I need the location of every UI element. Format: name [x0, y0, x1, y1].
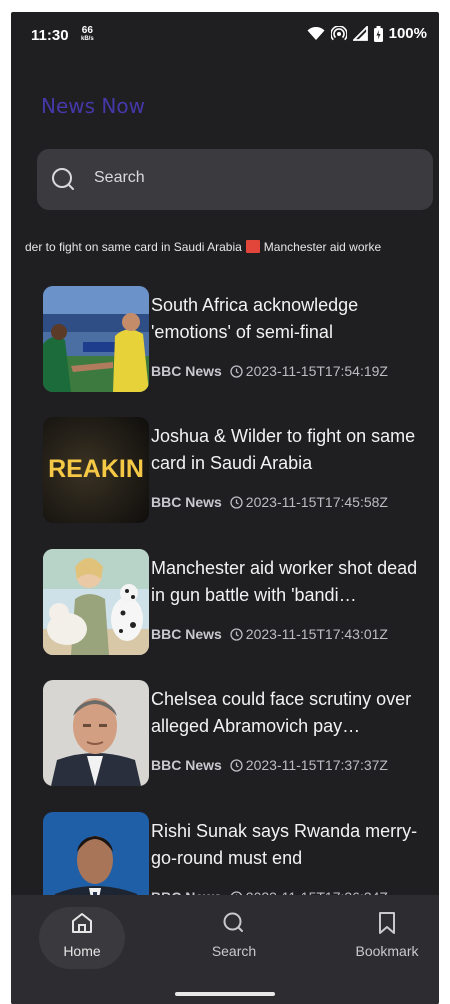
home-icon — [72, 913, 92, 933]
news-timestamp: 2023-11-15T17:54:19Z — [245, 363, 388, 379]
wifi-icon — [307, 26, 325, 40]
clock-icon — [230, 627, 243, 641]
network-speed: 66 kB/s — [81, 26, 94, 43]
news-thumbnail — [43, 549, 149, 655]
nav-bookmark[interactable]: Bookmark — [316, 895, 439, 985]
news-timestamp: 2023-11-15T17:45:58Z — [245, 494, 388, 510]
hotspot-icon — [330, 25, 347, 40]
news-meta: BBC News 2023-11-15T17:43:01Z — [151, 626, 388, 642]
battery-percent: 100% — [388, 25, 427, 42]
bookmark-icon — [379, 912, 395, 934]
news-meta: BBC News 2023-11-15T17:54:19Z — [151, 363, 388, 379]
news-headline: Rishi Sunak says Rwanda merry-go-round m… — [151, 821, 418, 868]
ticker-text: der to fight on same card in Saudi Arabi… — [25, 240, 242, 254]
news-source: BBC News — [151, 363, 222, 379]
phone-screen: 11:30 66 kB/s 100% News Now Search der t… — [11, 12, 439, 1004]
clock-icon — [230, 495, 243, 509]
news-source: BBC News — [151, 494, 222, 510]
news-item[interactable]: Chelsea could face scrutiny over alleged… — [43, 678, 433, 786]
news-headline: South Africa acknowledge 'emotions' of s… — [151, 295, 359, 342]
thumbnail-caption: REAKIN — [48, 455, 144, 483]
app-title: News Now — [41, 94, 145, 118]
nav-search[interactable]: Search — [163, 895, 305, 985]
news-item[interactable]: REAKIN Joshua & Wilder to fight on same … — [43, 415, 433, 523]
network-speed-value: 66 — [81, 25, 93, 36]
news-source: BBC News — [151, 626, 222, 642]
news-meta: BBC News 2023-11-15T17:37:37Z — [151, 757, 388, 773]
clock-icon — [230, 364, 243, 378]
news-timestamp: 2023-11-15T17:43:01Z — [245, 626, 388, 642]
news-item[interactable]: South Africa acknowledge 'emotions' of s… — [43, 284, 433, 392]
news-thumbnail: REAKIN — [43, 417, 149, 523]
nav-search-label: Search — [211, 943, 257, 959]
network-speed-unit: kB/s — [81, 36, 94, 42]
news-meta: BBC News 2023-11-15T17:45:58Z — [151, 494, 388, 510]
search-bar[interactable]: Search — [37, 149, 433, 210]
nav-home-label: Home — [63, 943, 101, 959]
news-ticker[interactable]: der to fight on same card in Saudi Arabi… — [11, 238, 439, 258]
news-headline: Joshua & Wilder to fight on same card in… — [151, 426, 416, 473]
news-item[interactable]: Manchester aid worker shot dead in gun b… — [43, 547, 433, 655]
status-icons: 100% — [307, 25, 427, 42]
news-thumbnail — [43, 286, 149, 392]
news-source: BBC News — [151, 757, 222, 773]
search-icon — [52, 168, 74, 190]
search-icon — [223, 912, 243, 932]
status-bar: 11:30 66 kB/s 100% — [11, 12, 439, 58]
news-thumbnail — [43, 680, 149, 786]
nav-home[interactable]: Home — [11, 895, 153, 985]
gesture-bar[interactable] — [175, 992, 275, 996]
news-headline: Manchester aid worker shot dead in gun b… — [151, 558, 418, 605]
news-timestamp: 2023-11-15T17:37:37Z — [245, 757, 388, 773]
battery-icon — [373, 25, 383, 42]
nav-bookmark-label: Bookmark — [355, 943, 419, 959]
search-input[interactable]: Search — [94, 169, 145, 187]
bottom-navigation: Home Search Bookmark — [11, 895, 439, 1004]
separator-icon — [245, 240, 260, 253]
status-time: 11:30 — [31, 27, 69, 44]
news-headline: Chelsea could face scrutiny over alleged… — [151, 689, 412, 736]
ticker-text-next: Manchester aid worke — [263, 240, 382, 254]
clock-icon — [230, 758, 243, 772]
signal-icon — [352, 26, 368, 41]
